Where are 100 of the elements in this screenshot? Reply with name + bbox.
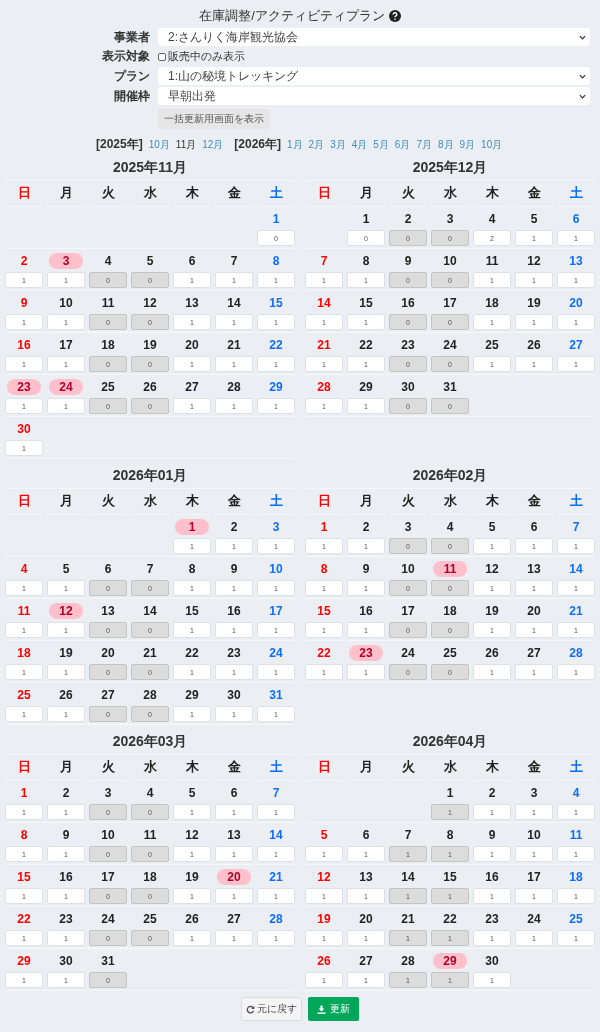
- day-number: 27: [358, 953, 374, 969]
- day-number: 15: [358, 295, 374, 311]
- day-number: 18: [16, 645, 32, 661]
- day-number: 17: [442, 295, 458, 311]
- bulk-update-button[interactable]: 一括更新用画面を表示: [158, 109, 270, 129]
- day-number: 17: [400, 603, 416, 619]
- day-number: 16: [358, 603, 374, 619]
- day-number: 2: [229, 519, 239, 535]
- day-number: 12: [142, 295, 158, 311]
- day-number: 2: [487, 785, 497, 801]
- day-number: 10: [526, 827, 542, 843]
- day-number: 8: [187, 561, 197, 577]
- day-number: 3: [49, 253, 83, 269]
- page-title: 在庫調整/アクティビティプラン: [199, 7, 385, 25]
- day-number: 11: [568, 827, 584, 843]
- day-number: 3: [403, 519, 413, 535]
- day-number: 18: [142, 869, 158, 885]
- day-number: 23: [400, 337, 416, 353]
- day-number: 29: [184, 687, 200, 703]
- chevron-down-icon: [579, 92, 586, 100]
- day-number: 8: [361, 253, 371, 269]
- day-number: 28: [568, 645, 584, 661]
- day-number: 1: [361, 211, 371, 227]
- field-label: プラン: [113, 67, 150, 85]
- help-icon[interactable]: [388, 10, 401, 22]
- day-number: 24: [49, 379, 83, 395]
- day-number: 29: [433, 953, 467, 969]
- day-number: 15: [316, 603, 332, 619]
- day-number: 27: [100, 687, 116, 703]
- day-number: 29: [358, 379, 374, 395]
- dropdown[interactable]: 早朝出発: [158, 87, 590, 105]
- day-number: 12: [184, 827, 200, 843]
- weekday-header: 土: [557, 181, 595, 207]
- day-number: 16: [16, 337, 32, 353]
- day-number: 16: [226, 603, 242, 619]
- dropdown[interactable]: 1:山の秘境トレッキング: [158, 67, 590, 85]
- weekday-header: 土: [257, 489, 295, 515]
- refresh-icon: [246, 1004, 255, 1014]
- weekday-header: 日: [5, 755, 43, 781]
- day-number: 14: [568, 561, 584, 577]
- day-number: 31: [268, 687, 284, 703]
- day-number: 21: [316, 337, 332, 353]
- day-number: 22: [442, 911, 458, 927]
- day-number: 20: [100, 645, 116, 661]
- day-number: 4: [19, 561, 29, 577]
- weekday-header: 木: [473, 489, 511, 515]
- day-number: 24: [100, 911, 116, 927]
- day-number: 1: [271, 211, 281, 227]
- month-title: 2026年02月: [305, 463, 595, 489]
- day-number: 7: [271, 785, 281, 801]
- day-number: 23: [58, 911, 74, 927]
- weekday-header: 金: [215, 489, 253, 515]
- day-number: 19: [316, 911, 332, 927]
- day-number: 25: [568, 911, 584, 927]
- day-number: 24: [268, 645, 284, 661]
- day-number: 15: [268, 295, 284, 311]
- day-number: 27: [568, 337, 584, 353]
- day-number: 1: [445, 785, 455, 801]
- day-number: 12: [484, 561, 500, 577]
- day-number: 8: [271, 253, 281, 269]
- day-number: 17: [100, 869, 116, 885]
- month-title: 2026年04月: [305, 729, 595, 755]
- day-number: 15: [442, 869, 458, 885]
- day-number: 18: [100, 337, 116, 353]
- weekday-header: 月: [47, 489, 85, 515]
- day-number: 29: [268, 379, 284, 395]
- weekday-header: 日: [5, 181, 43, 207]
- dropdown[interactable]: 2:さんりく海岸観光協会: [158, 28, 590, 46]
- day-number: 6: [229, 785, 239, 801]
- day-number: 5: [529, 211, 539, 227]
- checkbox[interactable]: [158, 52, 166, 61]
- day-number: 23: [226, 645, 242, 661]
- day-number: 14: [226, 295, 242, 311]
- day-number: 7: [145, 561, 155, 577]
- day-number: 19: [184, 869, 200, 885]
- day-number: 27: [184, 379, 200, 395]
- day-number: 11: [100, 295, 116, 311]
- day-number: 25: [142, 911, 158, 927]
- day-number: 4: [487, 211, 497, 227]
- day-number: 25: [100, 379, 116, 395]
- day-number: 30: [484, 953, 500, 969]
- day-number: 6: [103, 561, 113, 577]
- day-number: 22: [16, 911, 32, 927]
- weekday-header: 日: [5, 489, 43, 515]
- year-label: [2025年]: [96, 136, 143, 153]
- month-title: 2026年03月: [5, 729, 295, 755]
- weekday-header: 水: [131, 489, 169, 515]
- month-link[interactable]: 11月: [175, 138, 197, 152]
- day-number: 19: [484, 603, 500, 619]
- day-number: 2: [19, 253, 29, 269]
- day-number: 28: [226, 379, 242, 395]
- weekday-header: 金: [515, 755, 553, 781]
- day-number: 1: [175, 519, 209, 535]
- day-number: 23: [7, 379, 41, 395]
- reset-button[interactable]: 元に戻す: [241, 997, 302, 1021]
- year-label: [2026年]: [234, 136, 281, 153]
- day-number: 29: [16, 953, 32, 969]
- day-number: 13: [100, 603, 116, 619]
- day-number: 6: [187, 253, 197, 269]
- chevron-down-icon: [579, 33, 586, 41]
